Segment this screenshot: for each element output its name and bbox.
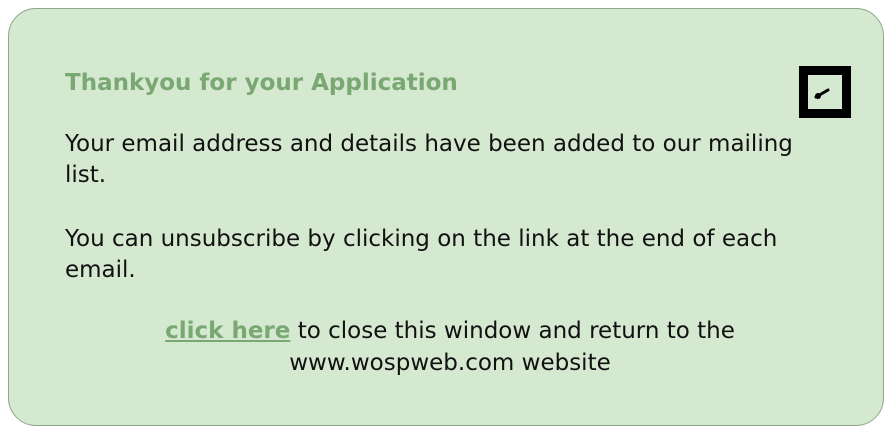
dialog-title: Thankyou for your Application: [65, 70, 458, 96]
website-text: www.wospweb.com website: [289, 350, 611, 376]
pencil-icon: [814, 88, 830, 99]
close-instructions-text: to close this window and return to the: [290, 318, 735, 344]
unsubscribe-info: You can unsubscribe by clicking on the l…: [65, 226, 778, 283]
close-button-inner: [808, 75, 842, 109]
close-instructions: click here to close this window and retu…: [65, 315, 835, 379]
confirmation-message: Your email address and details have been…: [65, 131, 793, 188]
click-here-link[interactable]: click here: [165, 318, 290, 344]
confirmation-panel: Thankyou for your Application Your email…: [8, 8, 884, 426]
close-button[interactable]: [799, 66, 851, 118]
